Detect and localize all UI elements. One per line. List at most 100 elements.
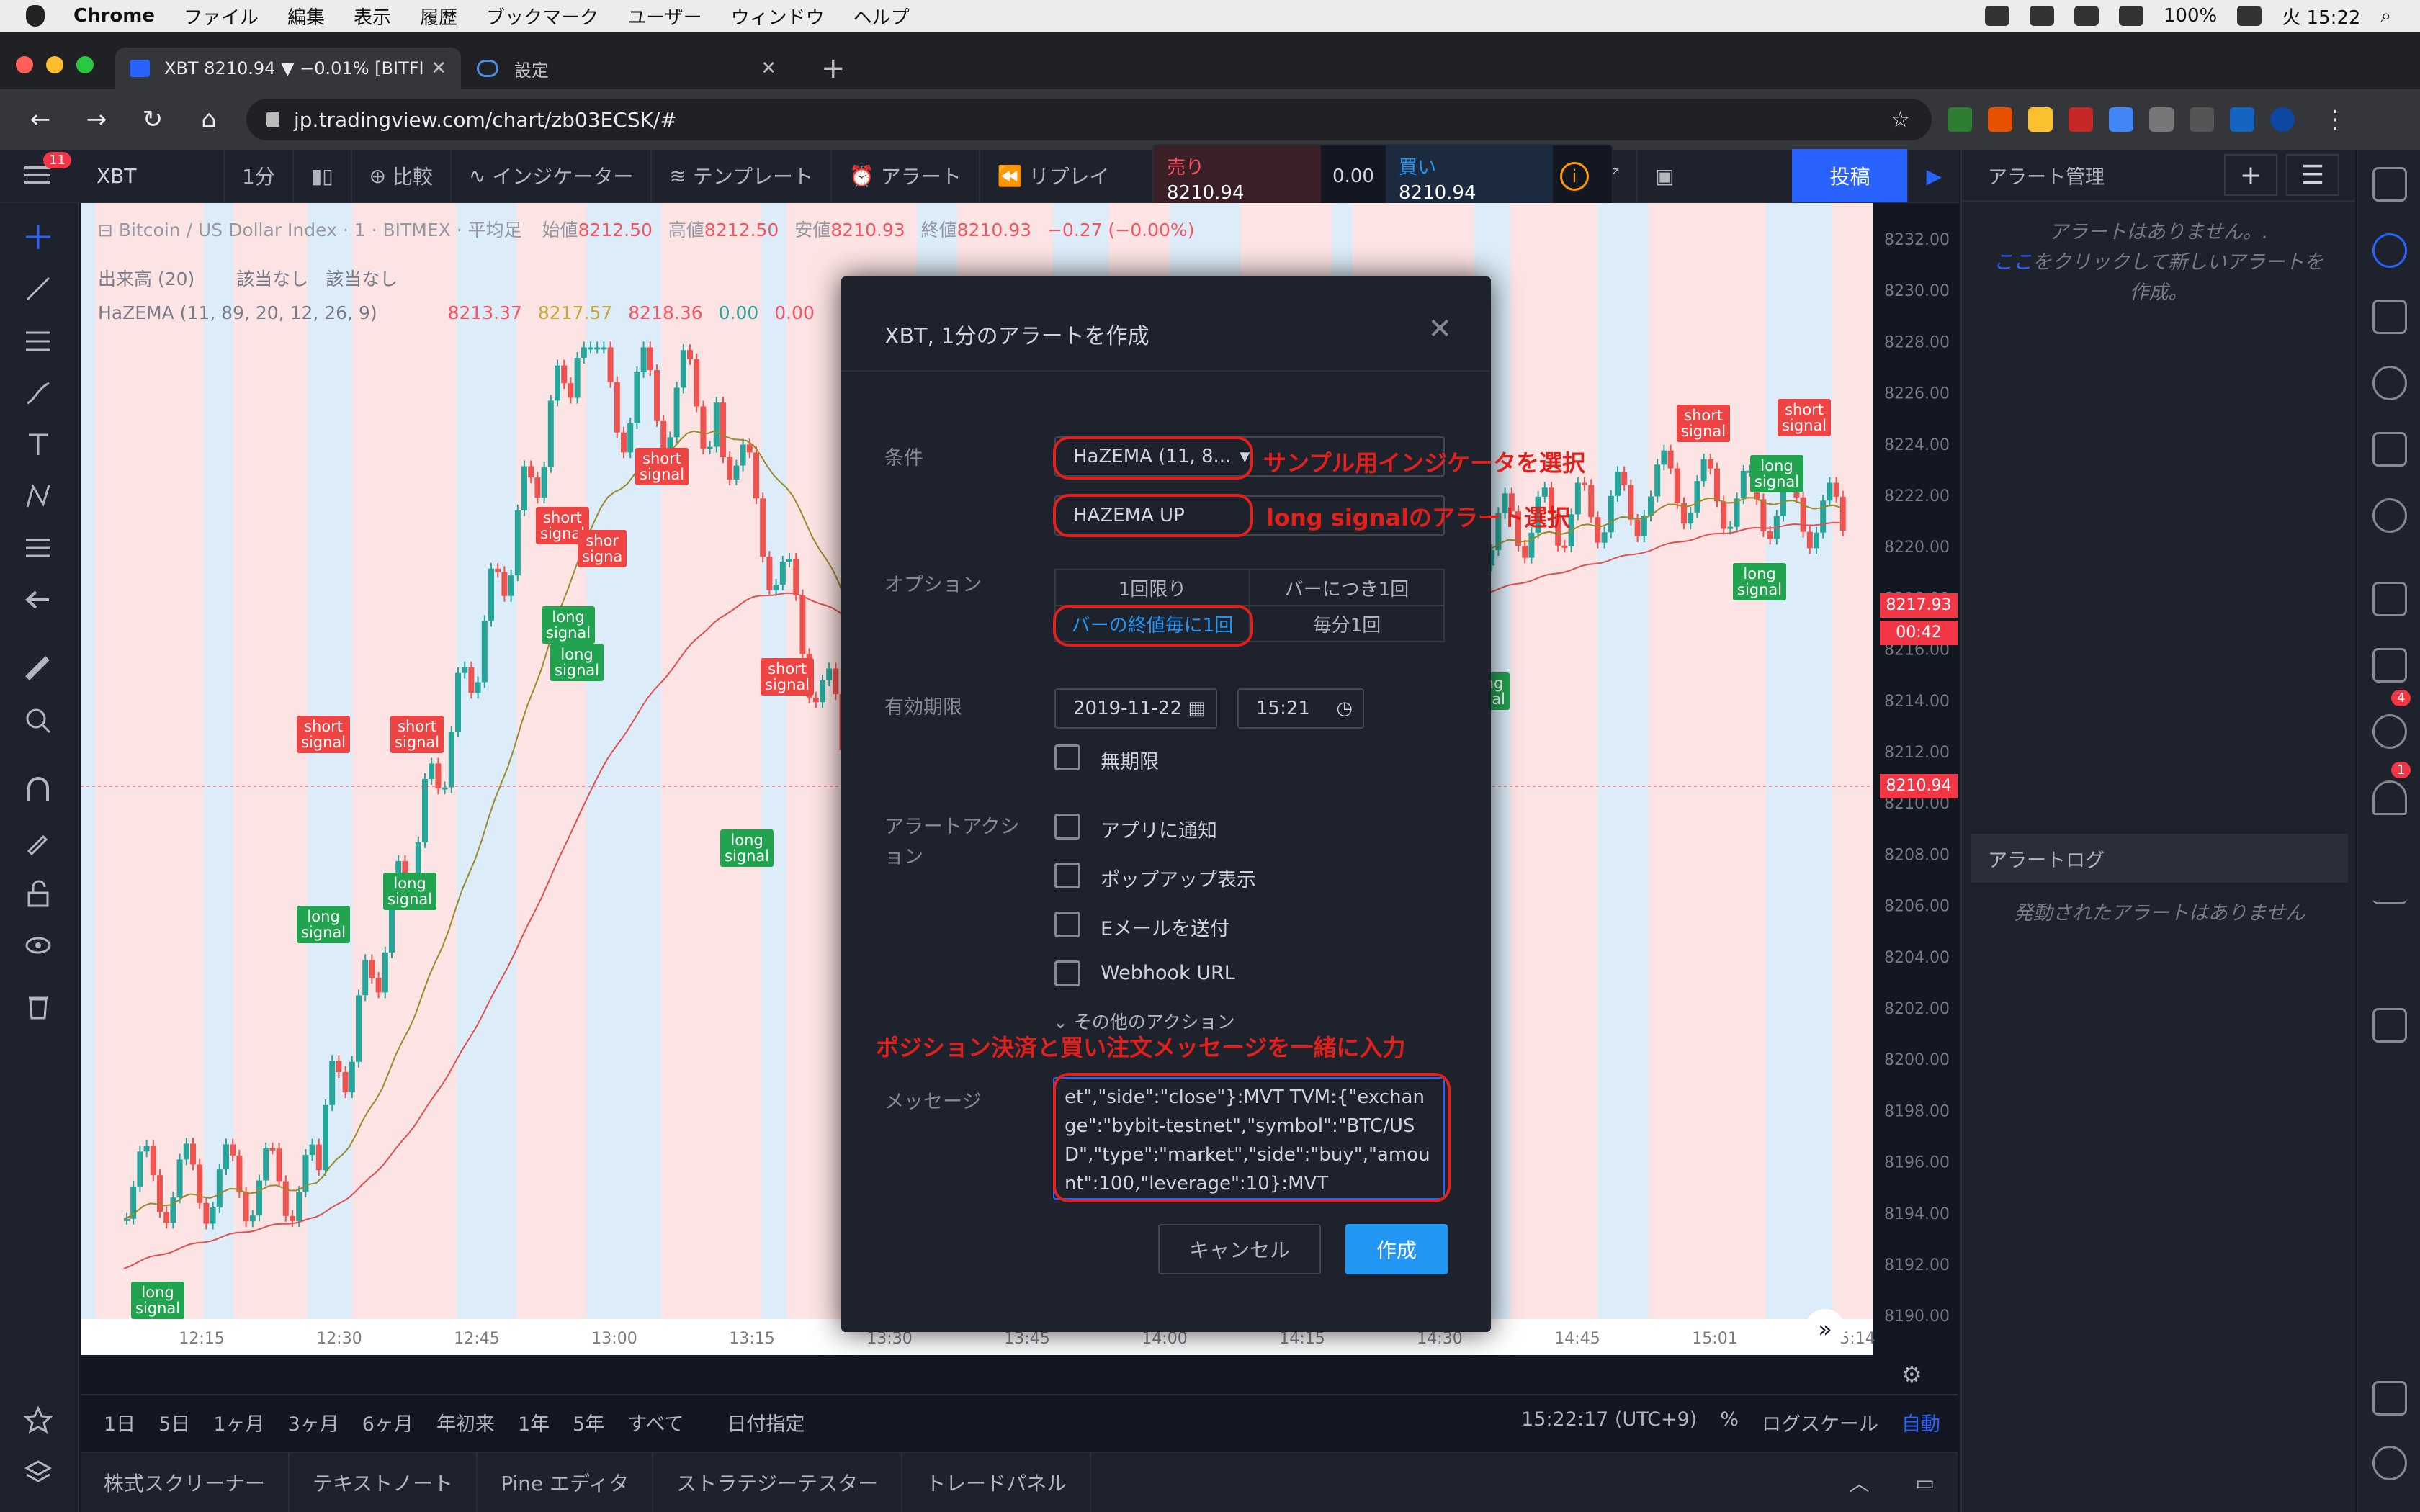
adblock-icon[interactable] xyxy=(2069,107,2093,132)
close-icon[interactable]: ✕ xyxy=(1428,312,1452,346)
forward-icon[interactable]: → xyxy=(81,105,112,134)
open-ended-checkbox[interactable] xyxy=(1054,744,1080,770)
symbol-search[interactable]: XBT xyxy=(79,164,223,188)
spotlight-icon[interactable]: ⌕ xyxy=(2380,5,2391,27)
auto-scale-toggle[interactable]: 自動 xyxy=(1901,1408,1940,1436)
snapshot-button[interactable]: ▣ xyxy=(1636,149,1691,202)
sell-button[interactable]: 売り 8210.94 xyxy=(1154,145,1321,207)
tab-stock-screener[interactable]: 株式スクリーナー xyxy=(81,1452,290,1512)
address-bar[interactable]: jp.tradingview.com/chart/zb03ECSK/# ☆ xyxy=(246,99,1932,140)
alert-log-header[interactable]: アラートログ xyxy=(1971,834,2348,883)
menu-file[interactable]: ファイル xyxy=(184,3,259,30)
extension-dots-icon[interactable] xyxy=(2028,107,2053,132)
watchlist-icon[interactable] xyxy=(2372,167,2407,202)
menu-view[interactable]: 表示 xyxy=(354,3,391,30)
range-3m[interactable]: 3ヶ月 xyxy=(288,1408,339,1436)
percent-toggle[interactable]: % xyxy=(1720,1408,1739,1436)
battery-icon[interactable] xyxy=(2237,6,2262,26)
order-info-button[interactable]: i xyxy=(1553,145,1596,207)
status-clock[interactable]: 15:22:17 (UTC+9) xyxy=(1521,1408,1697,1436)
notify-app-checkbox[interactable] xyxy=(1054,814,1080,840)
magnet-icon[interactable] xyxy=(20,772,56,808)
idea-bulb-icon[interactable] xyxy=(2372,714,2407,749)
main-menu-button[interactable]: 11 xyxy=(0,149,79,202)
range-ytd[interactable]: 年初来 xyxy=(436,1408,495,1436)
hotlist-icon[interactable] xyxy=(2372,366,2407,400)
alert-button[interactable]: ⏰ アラート xyxy=(830,149,979,202)
upload-icon[interactable] xyxy=(2029,6,2054,26)
menu-help[interactable]: ヘルプ xyxy=(853,3,910,30)
window-close-button[interactable] xyxy=(16,56,33,73)
range-1m[interactable]: 1ヶ月 xyxy=(213,1408,264,1436)
tab-strategy-tester[interactable]: ストラテジーテスター xyxy=(653,1452,903,1512)
webhook-checkbox[interactable] xyxy=(1054,960,1080,986)
collapse-panel-icon[interactable]: ︿ xyxy=(1827,1452,1893,1512)
close-icon[interactable]: ✕ xyxy=(431,58,447,79)
fib-icon[interactable] xyxy=(20,323,56,359)
templates-button[interactable]: ≋ テンプレート xyxy=(650,149,830,202)
new-tab-button[interactable]: + xyxy=(821,52,846,85)
window-minimize-button[interactable] xyxy=(46,56,63,73)
chart-style-button[interactable]: ▮▯ xyxy=(292,149,351,202)
translate-icon[interactable] xyxy=(2109,107,2133,132)
menu-app-name[interactable]: Chrome xyxy=(73,5,155,27)
option-once-per-bar[interactable]: バーにつき1回 xyxy=(1249,569,1445,606)
home-icon[interactable]: ⌂ xyxy=(193,105,225,134)
zoom-icon[interactable] xyxy=(20,703,56,739)
scroll-to-realtime-button[interactable]: » xyxy=(1805,1309,1845,1349)
ruler-icon[interactable] xyxy=(20,651,56,687)
dom-icon[interactable] xyxy=(2372,1008,2407,1043)
create-alert-link[interactable]: ここ xyxy=(1994,251,2033,274)
publish-button[interactable]: 投稿 xyxy=(1792,149,1908,202)
add-alert-button[interactable]: + xyxy=(2224,154,2277,196)
axis-settings-icon[interactable]: ⚙ xyxy=(1901,1361,1922,1388)
cancel-button[interactable]: キャンセル xyxy=(1158,1224,1321,1274)
forecast-icon[interactable] xyxy=(20,530,56,566)
show-popup-checkbox[interactable] xyxy=(1054,863,1080,888)
profile-avatar[interactable] xyxy=(2270,107,2295,132)
range-1d[interactable]: 1日 xyxy=(104,1408,135,1436)
volume-legend[interactable]: 出来高 (20) 該当なし 該当なし xyxy=(98,265,398,291)
tab-trading-panel[interactable]: トレードパネル xyxy=(902,1452,1092,1512)
ideas-icon[interactable] xyxy=(2372,498,2407,533)
replay-button[interactable]: ⏪ リプレイ xyxy=(978,149,1127,202)
option-once[interactable]: 1回限り xyxy=(1054,569,1250,606)
menu-edit[interactable]: 編集 xyxy=(287,3,325,30)
window-zoom-button[interactable] xyxy=(76,56,94,73)
back-icon[interactable]: ← xyxy=(24,105,56,134)
data-window-icon[interactable] xyxy=(2372,300,2407,334)
streams-icon[interactable] xyxy=(2372,582,2407,616)
unlock-icon[interactable] xyxy=(20,876,56,912)
bitcoin-layers-icon[interactable] xyxy=(2372,1381,2407,1416)
close-icon[interactable]: ✕ xyxy=(761,58,776,79)
text-icon[interactable] xyxy=(20,426,56,462)
trend-icon[interactable] xyxy=(2372,870,2407,904)
calendar-icon[interactable] xyxy=(2372,432,2407,467)
collapse-icon[interactable]: ⊟ xyxy=(98,220,119,240)
alerts-list-icon[interactable]: ☰ xyxy=(2286,154,2339,196)
chat-icon[interactable] xyxy=(2372,648,2407,683)
expiry-date-input[interactable]: 2019-11-22 ▦ xyxy=(1054,688,1217,729)
notifications-bell-icon[interactable] xyxy=(2372,780,2407,815)
menu-history[interactable]: 履歴 xyxy=(420,3,457,30)
buy-button[interactable]: 買い 8210.94 xyxy=(1386,145,1553,207)
crosshair-icon[interactable] xyxy=(20,219,56,255)
expiry-time-input[interactable]: 15:21 ◷ xyxy=(1237,688,1364,729)
bookmark-star-icon[interactable]: ☆ xyxy=(1891,107,1910,132)
send-email-checkbox[interactable] xyxy=(1054,912,1080,937)
tab-tradingview[interactable]: XBT 8210.94 ▼ −0.01% [BITFI ✕ xyxy=(115,48,461,89)
cloud-blue-icon[interactable] xyxy=(2230,107,2254,132)
extension-ex-icon[interactable] xyxy=(1988,107,2012,132)
compare-button[interactable]: ⊕ 比較 xyxy=(350,149,450,202)
menu-bookmarks[interactable]: ブックマーク xyxy=(486,3,599,30)
menu-window[interactable]: ウィンドウ xyxy=(731,3,825,30)
range-all[interactable]: すべて xyxy=(627,1408,684,1436)
goto-date-button[interactable]: 日付指定 xyxy=(727,1408,805,1436)
maximize-panel-icon[interactable]: ▭ xyxy=(1893,1452,1958,1512)
range-1y[interactable]: 1年 xyxy=(518,1408,550,1436)
trendline-icon[interactable] xyxy=(20,271,56,307)
interval-button[interactable]: 1分 xyxy=(223,149,292,202)
brush-icon[interactable] xyxy=(20,374,56,410)
evernote-icon[interactable] xyxy=(1948,107,1972,132)
layers-icon[interactable] xyxy=(20,1454,56,1490)
